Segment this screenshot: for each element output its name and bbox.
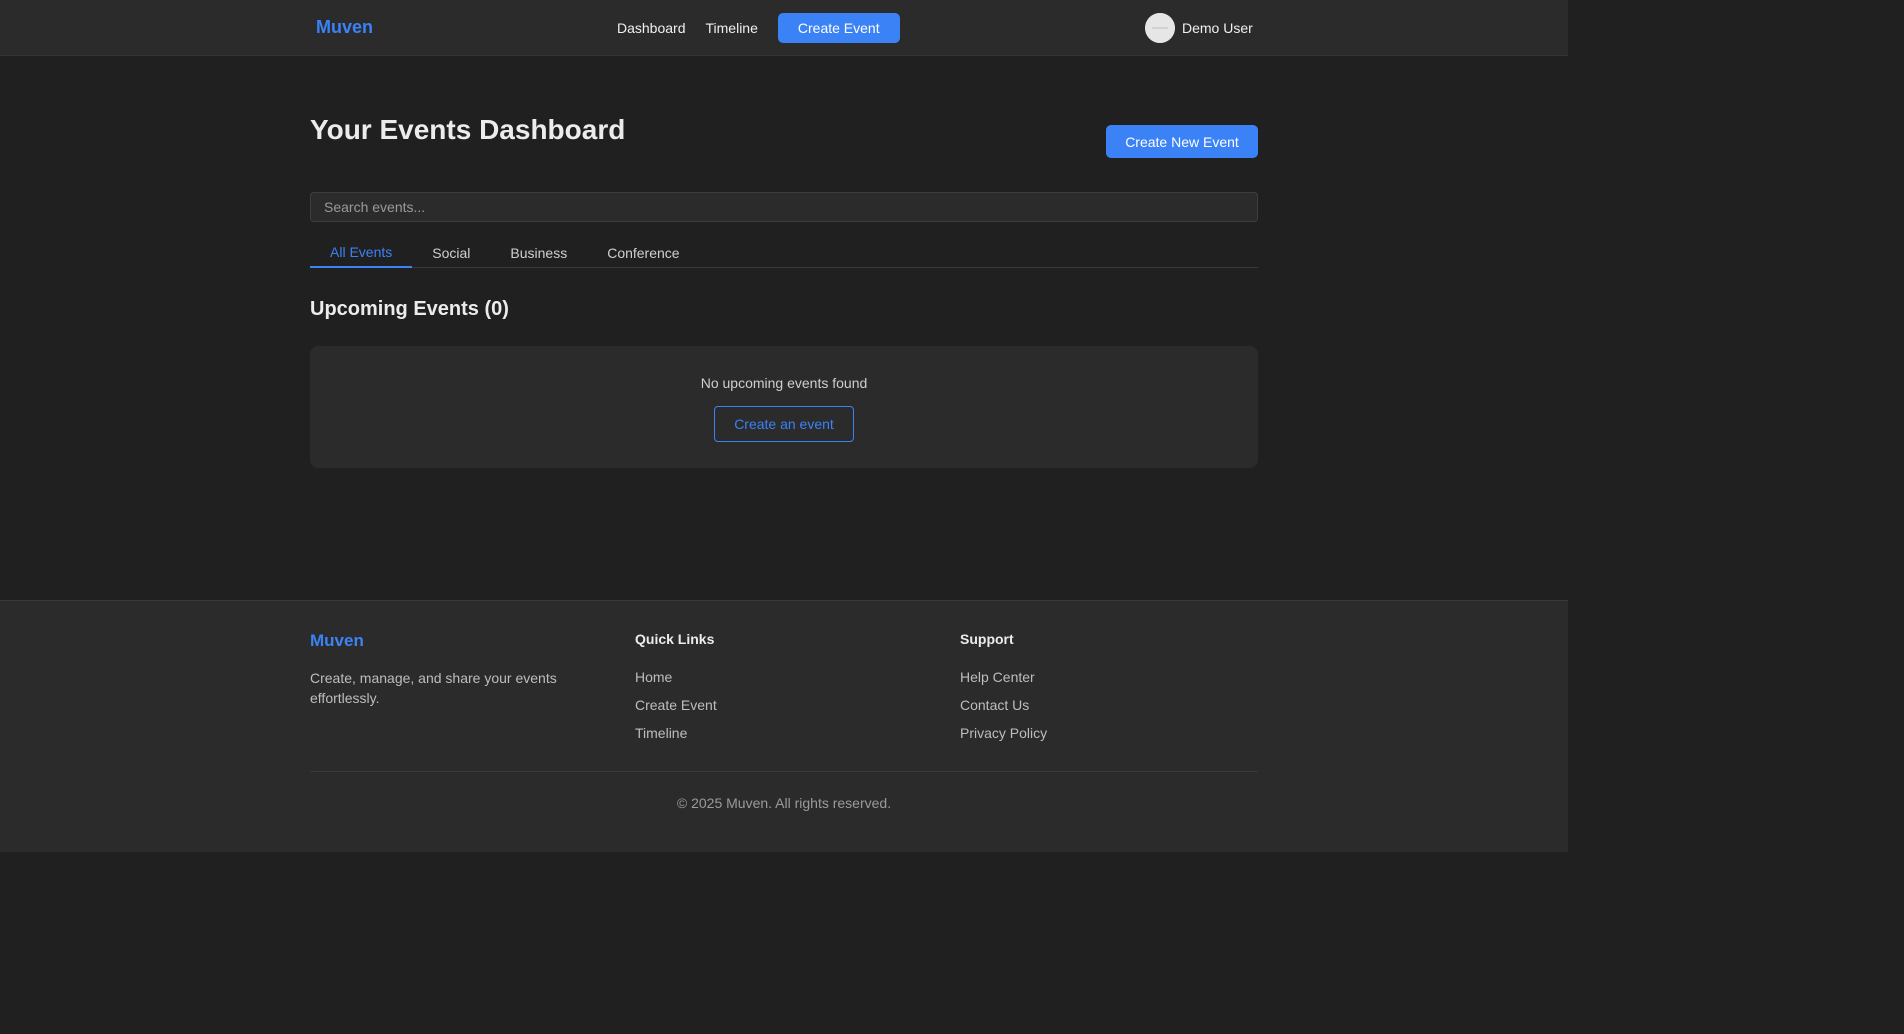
- top-navbar: Muven Dashboard Timeline Create Event De…: [0, 0, 1568, 56]
- footer-link-contact-us[interactable]: Contact Us: [960, 691, 1047, 719]
- create-new-event-button[interactable]: Create New Event: [1106, 125, 1258, 158]
- user-menu[interactable]: Demo User: [1145, 13, 1253, 43]
- brand-logo[interactable]: Muven: [316, 17, 373, 38]
- footer-brand: Muven: [310, 631, 364, 650]
- nav-link-timeline[interactable]: Timeline: [706, 20, 758, 36]
- empty-state-message: No upcoming events found: [700, 375, 868, 391]
- footer-link-help-center[interactable]: Help Center: [960, 663, 1047, 691]
- footer-description: Create, manage, and share your events ef…: [310, 670, 557, 706]
- create-an-event-button[interactable]: Create an event: [714, 406, 854, 442]
- tab-all-events[interactable]: All Events: [310, 238, 413, 268]
- search-input[interactable]: [310, 192, 1258, 222]
- main-nav: Dashboard Timeline Create Event: [617, 13, 900, 43]
- category-tabs: All Events Social Business Conference: [310, 238, 1258, 268]
- tab-business[interactable]: Business: [490, 238, 587, 267]
- footer-link-timeline[interactable]: Timeline: [635, 719, 717, 747]
- footer-link-privacy-policy[interactable]: Privacy Policy: [960, 719, 1047, 747]
- support-heading: Support: [960, 631, 1014, 647]
- nav-link-dashboard[interactable]: Dashboard: [617, 20, 686, 36]
- user-name: Demo User: [1182, 20, 1253, 36]
- footer-link-create-event[interactable]: Create Event: [635, 691, 717, 719]
- footer-quick-links: Quick Links Home Create Event Timeline: [635, 631, 717, 747]
- tab-conference[interactable]: Conference: [587, 238, 699, 267]
- footer: Muven Create, manage, and share your eve…: [0, 600, 1568, 852]
- footer-link-home[interactable]: Home: [635, 663, 717, 691]
- tab-social[interactable]: Social: [412, 238, 490, 267]
- upcoming-events-heading: Upcoming Events (0): [310, 298, 509, 320]
- user-avatar-icon: [1145, 13, 1175, 43]
- empty-state-card: No upcoming events found Create an event: [310, 346, 1258, 468]
- avatar: [1145, 13, 1175, 43]
- footer-support: Support Help Center Contact Us Privacy P…: [960, 631, 1047, 747]
- page-title: Your Events Dashboard: [310, 114, 626, 145]
- footer-divider: [310, 771, 1258, 772]
- nav-create-event-button[interactable]: Create Event: [777, 13, 900, 43]
- quick-links-heading: Quick Links: [635, 631, 715, 647]
- copyright: © 2025 Muven. All rights reserved.: [676, 795, 892, 811]
